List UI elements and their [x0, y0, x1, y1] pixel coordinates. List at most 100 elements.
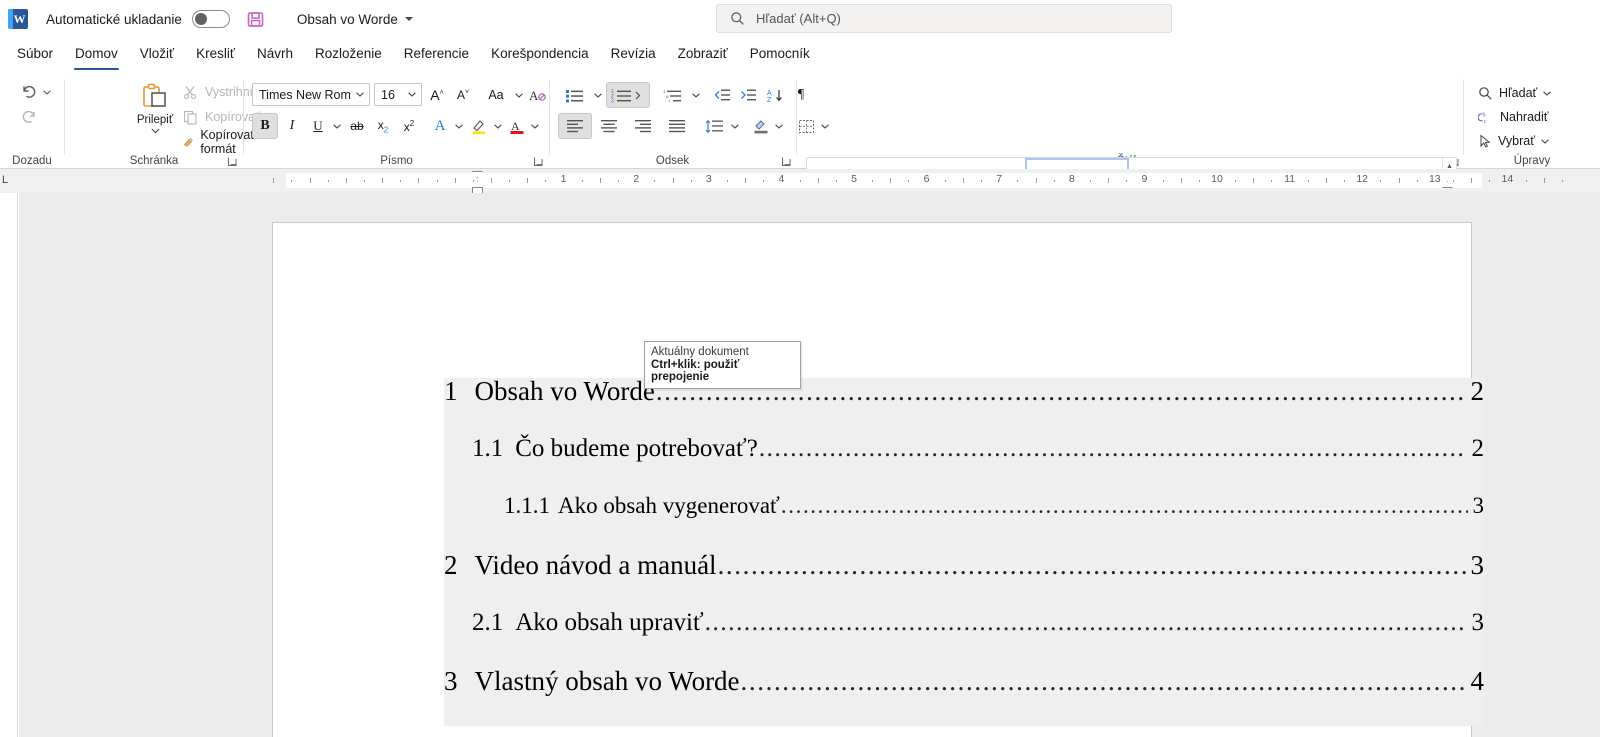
subscript-button[interactable]: x2: [370, 113, 396, 139]
tab-s-bor[interactable]: Súbor: [6, 40, 64, 68]
find-button[interactable]: Hľadať: [1478, 81, 1551, 105]
multilevel-list-button[interactable]: 1 a i: [656, 82, 690, 108]
font-dialog-launcher-icon[interactable]: [533, 154, 545, 166]
toc-entry[interactable]: 1 Obsah vo Worde.........................…: [444, 378, 1484, 436]
toc-leader-dots: ........................................…: [704, 610, 1467, 635]
paste-button[interactable]: Prilepiť: [127, 78, 183, 154]
ruler-number: 9: [1141, 173, 1148, 185]
search-placeholder: Hľadať (Alt+Q): [756, 11, 841, 26]
bold-button[interactable]: B: [252, 113, 278, 139]
tab-pomocn-k[interactable]: Pomocník: [739, 40, 821, 68]
strikethrough-button[interactable]: ab: [344, 113, 370, 139]
tab-n-vrh[interactable]: Návrh: [246, 40, 304, 68]
document-title[interactable]: Obsah vo Worde: [297, 12, 413, 27]
table-of-contents-field[interactable]: 1 Obsah vo Worde.........................…: [444, 378, 1484, 726]
subscript-icon: x2: [377, 117, 389, 135]
numbering-button[interactable]: 1 2 3: [606, 82, 650, 108]
search-input[interactable]: Hľadať (Alt+Q): [716, 4, 1172, 33]
tab-rev-zia[interactable]: Revízia: [600, 40, 667, 68]
font-color-dropdown[interactable]: [528, 113, 541, 139]
word-logo-icon: W: [8, 9, 28, 29]
tab-kore-pondencia[interactable]: Korešpondencia: [480, 40, 600, 68]
align-right-button[interactable]: [626, 113, 660, 139]
multilevel-list-icon: 1 a i: [663, 89, 681, 103]
select-button[interactable]: Vybrať: [1478, 129, 1549, 153]
ruler-tick: [273, 178, 275, 183]
svg-text:A: A: [529, 88, 539, 103]
document-title-text: Obsah vo Worde: [296, 11, 398, 27]
tab-stop-selector[interactable]: L: [2, 174, 13, 186]
paragraph-dialog-launcher-icon[interactable]: [781, 154, 793, 166]
undo-dropdown[interactable]: [40, 79, 54, 105]
grow-font-button[interactable]: A˄: [424, 82, 450, 108]
font-family-combobox[interactable]: Times New Roman (: [252, 83, 370, 106]
autosave-toggle[interactable]: [191, 10, 230, 28]
underline-button[interactable]: U: [305, 113, 331, 139]
svg-text:3: 3: [611, 98, 614, 103]
ruler-minor-tick: [1380, 180, 1382, 182]
clipboard-dialog-launcher-icon[interactable]: [227, 154, 239, 166]
document-page[interactable]: 1 Obsah vo Worde.........................…: [272, 222, 1484, 737]
align-left-button[interactable]: [558, 113, 592, 139]
clear-formatting-button[interactable]: A: [525, 82, 551, 108]
toc-entry[interactable]: 2.1 Ako obsah upraviť....................…: [444, 610, 1484, 668]
change-case-button[interactable]: Aa: [479, 82, 513, 108]
italic-button[interactable]: I: [279, 113, 305, 139]
find-button-label: Hľadať: [1499, 86, 1538, 100]
justify-button[interactable]: [660, 113, 694, 139]
ruler-tick: [817, 178, 819, 183]
ruler-minor-tick: [690, 180, 692, 182]
horizontal-ruler[interactable]: 1 2 3 4 5 6 7 8 9 10 11 12 13 14: [258, 169, 1568, 194]
font-size-combobox[interactable]: 16: [374, 83, 422, 106]
sort-button[interactable]: A Z: [762, 82, 788, 108]
left-margin-pane: [0, 193, 18, 737]
tab-vlo-i-[interactable]: Vložiť: [129, 40, 185, 68]
underline-dropdown[interactable]: [330, 113, 343, 139]
decrease-indent-button[interactable]: [709, 82, 735, 108]
replace-icon: b c: [1478, 112, 1487, 125]
redo-button[interactable]: [14, 105, 44, 131]
tab-referencie[interactable]: Referencie: [393, 40, 480, 68]
tab-rozlo-enie[interactable]: Rozloženie: [304, 40, 393, 68]
toc-entry[interactable]: 1.1 Čo budeme potrebovať?................…: [444, 436, 1484, 494]
toc-entry[interactable]: 2 Video návod a manuál...................…: [444, 552, 1484, 610]
text-effects-dropdown[interactable]: [452, 113, 465, 139]
multilevel-list-dropdown[interactable]: [689, 82, 702, 108]
tab-zobrazi-[interactable]: Zobraziť: [667, 40, 739, 68]
ribbon-group-paragraph-label: Odsek: [655, 155, 690, 167]
line-spacing-dropdown[interactable]: [728, 113, 741, 139]
highlight-button[interactable]: [466, 113, 492, 139]
svg-text:i: i: [669, 98, 670, 103]
toc-entry-number: 1.1: [472, 435, 504, 462]
ruler-minor-tick: [618, 180, 620, 182]
shading-dropdown[interactable]: [772, 113, 785, 139]
svg-text:b: b: [1483, 112, 1486, 118]
increase-indent-icon: [741, 89, 756, 101]
toc-entry[interactable]: 3 Vlastný obsah vo Worde ................…: [444, 668, 1484, 726]
change-case-dropdown[interactable]: [512, 82, 525, 108]
replace-button[interactable]: b c Nahradiť: [1478, 105, 1548, 129]
toc-entry[interactable]: 1.1.1 Ako obsah vygenerovať..............…: [444, 494, 1484, 552]
shading-button[interactable]: [748, 113, 774, 139]
increase-indent-button[interactable]: [735, 82, 761, 108]
align-left-icon: [567, 120, 583, 133]
bullets-dropdown[interactable]: [591, 82, 604, 108]
highlight-dropdown[interactable]: [491, 113, 504, 139]
line-spacing-button[interactable]: [698, 113, 732, 139]
tab-kresli-[interactable]: Kresliť: [185, 40, 246, 68]
tab-domov[interactable]: Domov: [64, 40, 129, 70]
toc-entry-page: 3: [1470, 550, 1485, 580]
ruler-minor-tick: [763, 180, 765, 182]
chevron-down-icon: [593, 92, 602, 98]
ruler-text-area: [286, 173, 1482, 188]
save-icon[interactable]: [246, 10, 265, 29]
paste-icon: [143, 83, 166, 107]
text-effects-button[interactable]: A: [427, 113, 453, 139]
superscript-button[interactable]: x2: [396, 113, 422, 139]
font-color-button[interactable]: A: [504, 113, 530, 139]
ruler-minor-tick: [400, 180, 402, 182]
shrink-font-button[interactable]: A˅: [450, 82, 476, 108]
ruler-number: 12: [1356, 173, 1369, 185]
align-center-button[interactable]: [592, 113, 626, 139]
bullets-button[interactable]: [558, 82, 592, 108]
